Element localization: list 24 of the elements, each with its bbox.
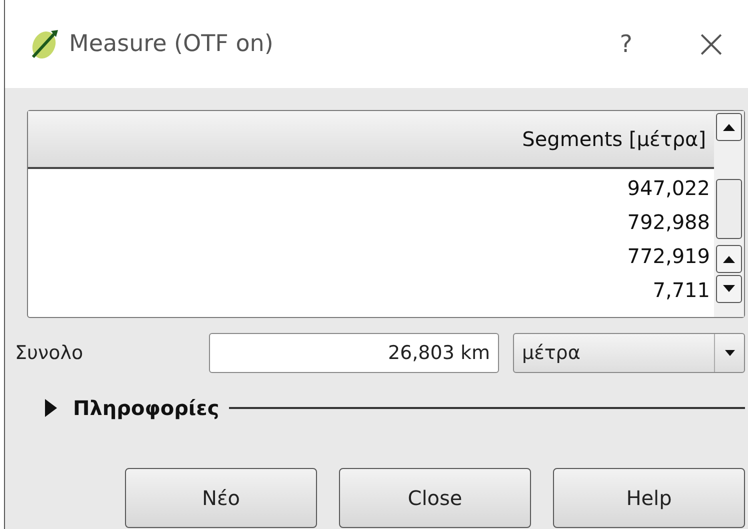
unit-dropdown[interactable]: μέτρα (513, 333, 745, 373)
close-button[interactable]: × (694, 24, 728, 64)
table-cell-text: 772,919 (627, 243, 710, 270)
down-arrow-icon (723, 285, 735, 293)
leaf-icon (29, 27, 61, 61)
help-button[interactable]: ? (620, 26, 632, 62)
table-cell-text: 792,988 (627, 209, 710, 236)
total-label: Συνολο (15, 340, 84, 366)
table-cell-text: 7,711 (652, 277, 710, 304)
dialog-button[interactable]: Νέο (125, 468, 317, 528)
scrollbar-thumb[interactable] (716, 179, 742, 239)
scroll-down-button[interactable] (716, 275, 742, 303)
info-section-toggle[interactable]: Πληροφορίες (27, 393, 220, 423)
caret-icon (724, 350, 734, 356)
column-header[interactable]: Segments [μέτρα] (28, 111, 714, 167)
table-cell-text: 947,022 (627, 175, 710, 202)
up-arrow-icon (723, 255, 735, 263)
up-arrow-icon (723, 123, 735, 131)
dialog-button[interactable]: Close (339, 468, 531, 528)
scroll-up-button[interactable] (716, 245, 742, 273)
dialog-button[interactable]: Help (553, 468, 745, 528)
scroll-up-button[interactable] (716, 113, 742, 141)
total-field[interactable]: 26,803 km (209, 333, 499, 373)
window-title: Measure (OTF on) (69, 30, 274, 59)
